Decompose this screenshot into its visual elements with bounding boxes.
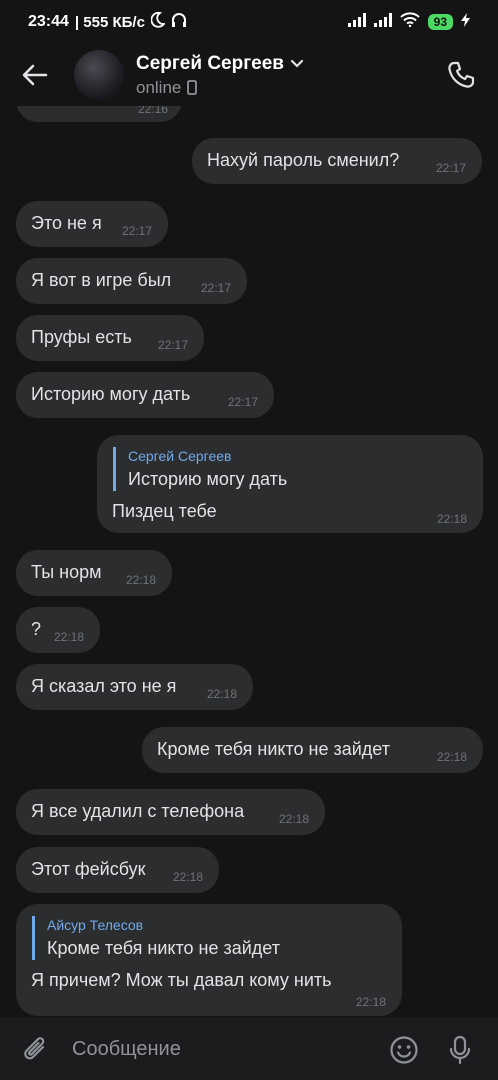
message-time: 22:17 — [200, 281, 231, 295]
message-bubble-incoming[interactable]: Ты норм 22:18 — [16, 550, 172, 596]
message-input[interactable]: Сообщение — [72, 1038, 388, 1061]
message-time: 22:18 — [436, 750, 467, 764]
message-text: Я вот в игре был — [31, 270, 172, 290]
message-time: 22:17 — [157, 338, 188, 352]
chat-header: Сергей Сергеев online — [0, 44, 498, 106]
message-bubble-incoming[interactable]: Я сказал это не я 22:18 — [16, 664, 253, 710]
signal-icon — [347, 12, 366, 32]
status-bar: 23:44 | 555 КБ/с 93 — [0, 0, 498, 44]
message-bubble-incoming[interactable]: Это не я 22:17 — [16, 201, 168, 247]
message-bubble-outgoing[interactable]: Кроме тебя никто не зайдет 22:18 — [142, 727, 483, 773]
call-button[interactable] — [444, 58, 478, 92]
message-text: Ты норм — [31, 562, 102, 582]
reply-text: Кроме тебя никто не зайдет — [47, 938, 280, 958]
message-time: 22:18 — [125, 573, 156, 587]
message-text: Этот фейсбук — [31, 859, 146, 879]
message-time: 22:18 — [355, 995, 386, 1009]
status-left: 23:44 | 555 КБ/с — [28, 11, 187, 33]
arrow-left-icon — [22, 64, 48, 86]
message-time: 22:18 — [278, 812, 309, 826]
message-bubble-incoming[interactable]: Историю могу дать 22:17 — [16, 372, 274, 418]
message-text: Историю могу дать — [31, 384, 191, 404]
online-status: online — [136, 77, 182, 97]
message-text: Пруфы есть — [31, 327, 132, 347]
message-time: 22:17 — [227, 395, 258, 409]
message-bubble-incoming[interactable]: Пруфы есть 22:17 — [16, 315, 204, 361]
message-bubble-incoming[interactable]: Я все удалил с телефона 22:18 — [16, 789, 325, 835]
status-right: 93 — [347, 12, 470, 32]
message-bubble-incoming[interactable]: Этот фейсбук 22:18 — [16, 847, 219, 893]
message-time: 22:17 — [121, 224, 152, 238]
message-bubble-incoming[interactable]: Я вот в игре был 22:17 — [16, 258, 247, 304]
message-bubble-incoming[interactable]: 22:16 — [16, 106, 182, 122]
message-composer: Сообщение — [0, 1018, 498, 1080]
emoji-button[interactable] — [388, 1034, 420, 1066]
message-time: 22:16 — [137, 106, 168, 116]
message-bubble-incoming-reply[interactable]: Айсур Телесов Кроме тебя никто не зайдет… — [16, 904, 402, 1016]
avatar[interactable] — [74, 50, 124, 100]
reply-text: Историю могу дать — [128, 469, 288, 489]
battery-indicator: 93 — [427, 14, 453, 30]
microphone-icon — [449, 1035, 471, 1064]
message-time: 22:17 — [435, 161, 466, 175]
message-time: 22:18 — [206, 687, 237, 701]
contact-name: Сергей Сергеев — [136, 52, 284, 74]
message-text: Я все удалил с телефона — [31, 801, 245, 821]
message-time: 22:18 — [436, 512, 467, 526]
status-time: 23:44 — [28, 13, 69, 30]
message-text: ? — [31, 619, 42, 639]
message-time: 22:18 — [172, 870, 203, 884]
headphones-icon — [171, 12, 187, 33]
reply-quote[interactable]: Сергей Сергеев Историю могу дать — [113, 447, 287, 491]
message-text: Я сказал это не я — [31, 676, 177, 696]
message-bubble-outgoing[interactable]: Нахуй пароль сменил? 22:17 — [192, 138, 482, 184]
mobile-icon — [187, 80, 198, 95]
charging-icon — [461, 12, 470, 32]
reply-author: Сергей Сергеев — [128, 448, 232, 464]
back-button[interactable] — [20, 60, 50, 90]
message-text: Я причем? Мож ты давал кому нить — [31, 970, 332, 990]
reply-quote[interactable]: Айсур Телесов Кроме тебя никто не зайдет — [32, 916, 280, 960]
status-speed: | 555 КБ/с — [74, 13, 145, 31]
message-bubble-outgoing-reply[interactable]: Сергей Сергеев Историю могу дать Пиздец … — [97, 435, 483, 533]
message-bubble-incoming[interactable]: ? 22:18 — [16, 607, 100, 653]
phone-icon — [448, 61, 475, 88]
chevron-down-icon — [290, 59, 304, 68]
message-text: Нахуй пароль сменил? — [207, 150, 400, 170]
message-text: Это не я — [31, 213, 102, 233]
wifi-icon — [399, 12, 420, 32]
message-text: Пиздец тебе — [112, 501, 217, 521]
message-time: 22:18 — [53, 630, 84, 644]
signal-icon-2 — [373, 12, 392, 32]
message-text: Кроме тебя никто не зайдет — [157, 739, 390, 759]
attach-button[interactable] — [20, 1034, 52, 1066]
paperclip-icon — [24, 1036, 45, 1059]
voice-message-button[interactable] — [444, 1034, 476, 1066]
message-list[interactable]: 22:16 Нахуй пароль сменил? 22:17 Это не … — [0, 106, 498, 1018]
smile-icon — [390, 1035, 418, 1064]
moon-icon — [150, 11, 166, 33]
reply-author: Айсур Телесов — [47, 917, 144, 933]
chat-title-block[interactable]: Сергей Сергеев online — [136, 53, 444, 98]
